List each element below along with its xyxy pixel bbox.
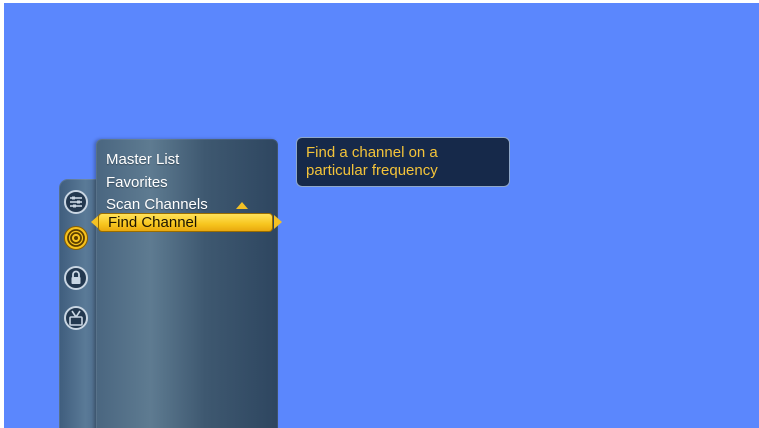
tv-screen: Master List Favorites Scan Channels Find…	[4, 3, 759, 428]
settings-sliders-icon[interactable]	[63, 189, 89, 215]
menu-item-master-list[interactable]: Master List	[106, 149, 208, 172]
item-description-tooltip: Find a channel on a particular frequency	[296, 137, 510, 187]
channel-menu-panel: Master List Favorites Scan Channels	[96, 139, 278, 428]
channel-menu-list: Master List Favorites Scan Channels	[106, 149, 208, 217]
selected-item-label: Find Channel	[108, 214, 198, 231]
menu-item-favorites[interactable]: Favorites	[106, 172, 208, 195]
menu-item-find-channel[interactable]: Find Channel	[98, 213, 273, 232]
arrow-right-icon[interactable]	[274, 215, 282, 229]
description-line-1: Find a channel on a	[306, 144, 438, 161]
lock-icon[interactable]	[63, 265, 89, 291]
tv-antenna-icon[interactable]	[63, 305, 89, 331]
antenna-signal-icon[interactable]	[63, 225, 89, 251]
description-line-2: particular frequency	[306, 162, 438, 179]
scroll-up-arrow-icon[interactable]	[236, 202, 248, 209]
